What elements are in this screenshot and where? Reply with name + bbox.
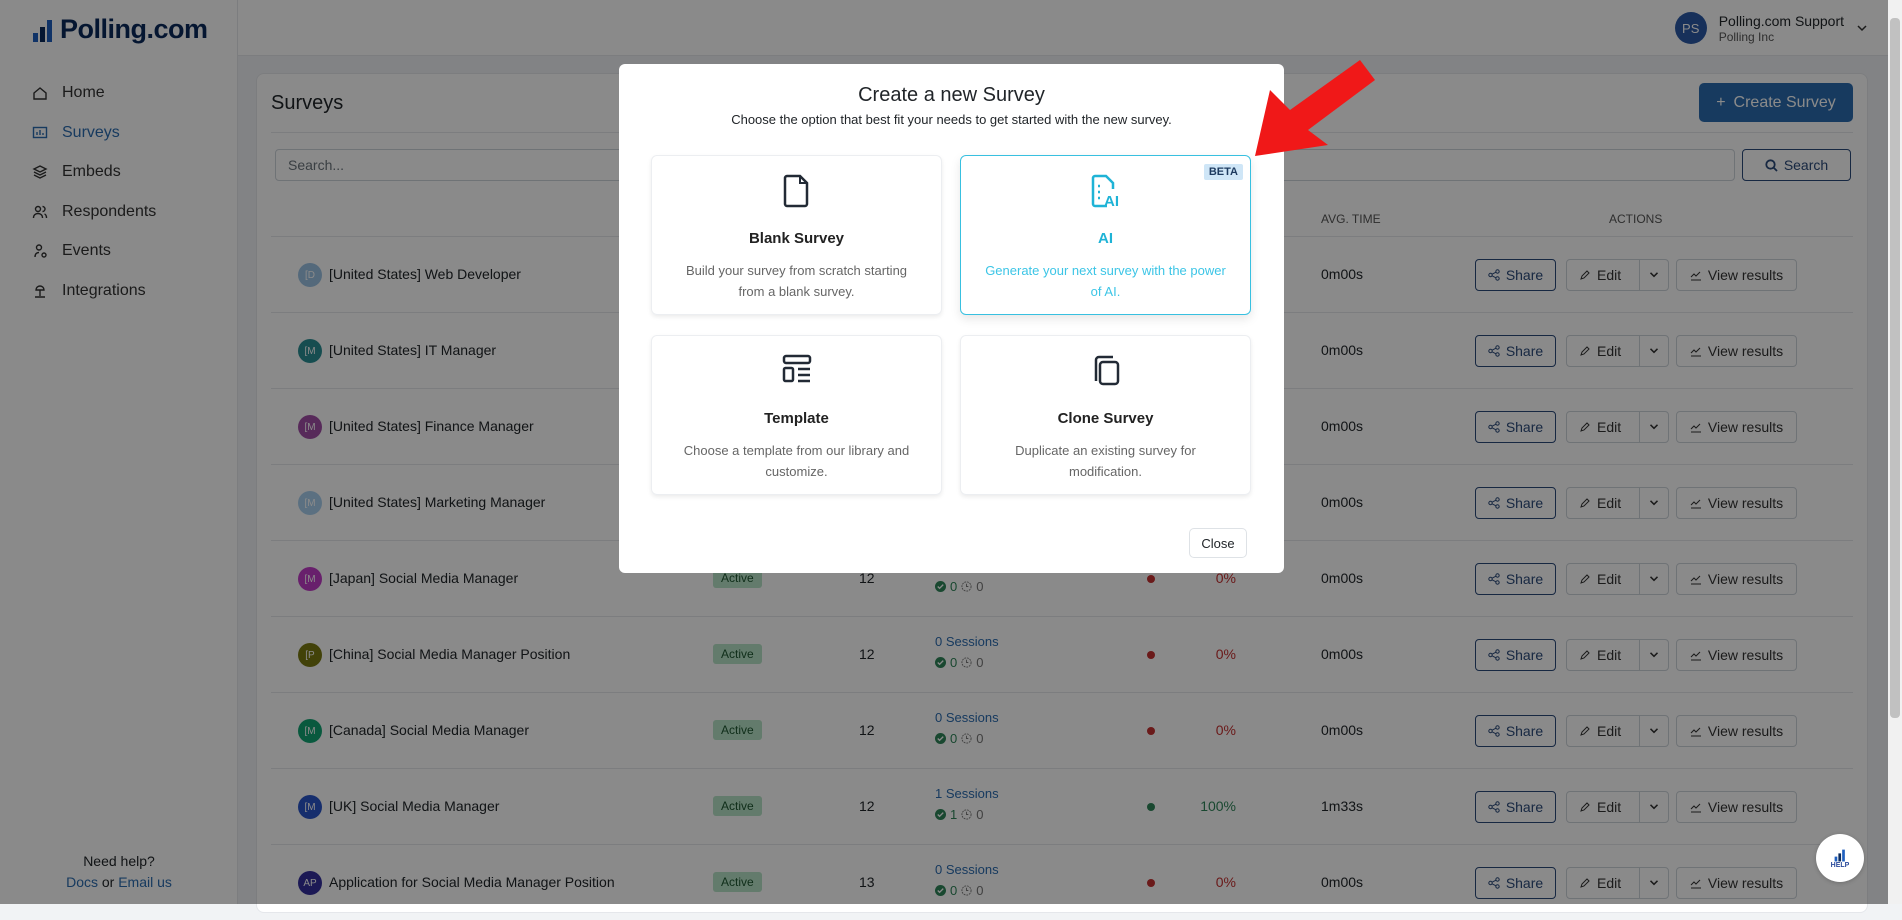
create-survey-modal: Create a new Survey Choose the option th… xyxy=(619,64,1284,573)
option-title: AI xyxy=(1098,230,1113,247)
ai-file-icon: AI xyxy=(961,174,1250,214)
modal-subtitle: Choose the option that best fit your nee… xyxy=(731,112,1172,127)
template-icon xyxy=(652,354,941,394)
close-button[interactable]: Close xyxy=(1189,528,1247,558)
modal-title: Create a new Survey xyxy=(858,84,1045,106)
option-description: Generate your next survey with the power… xyxy=(985,263,1226,299)
option-description: Duplicate an existing survey for modific… xyxy=(1015,443,1196,479)
option-title: Blank Survey xyxy=(748,230,845,247)
file-icon xyxy=(652,174,941,214)
annotation-arrow xyxy=(1255,60,1375,156)
scrollbar-thumb[interactable] xyxy=(1890,18,1900,718)
option-title: Clone Survey xyxy=(1057,410,1154,427)
help-button[interactable]: HELP xyxy=(1816,834,1864,882)
scrollbar[interactable] xyxy=(1888,0,1902,904)
option-title: Template xyxy=(764,410,829,427)
option-ai[interactable]: BETA AI AI Generate your next survey with t… xyxy=(960,155,1251,315)
logo-icon xyxy=(1834,849,1845,861)
svg-text:AI: AI xyxy=(1104,193,1119,208)
option-template[interactable]: Template Choose a template from our libra… xyxy=(651,335,942,495)
option-description: Build your survey from scratch starting … xyxy=(685,263,908,299)
option-clone-survey[interactable]: Clone Survey Duplicate an existing survey… xyxy=(960,335,1251,495)
option-description: Choose a template from our library and c… xyxy=(683,443,910,479)
help-label: HELP xyxy=(1830,861,1850,869)
copy-icon xyxy=(961,354,1250,394)
option-blank-survey[interactable]: Blank Survey Build your survey from scrat… xyxy=(651,155,942,315)
